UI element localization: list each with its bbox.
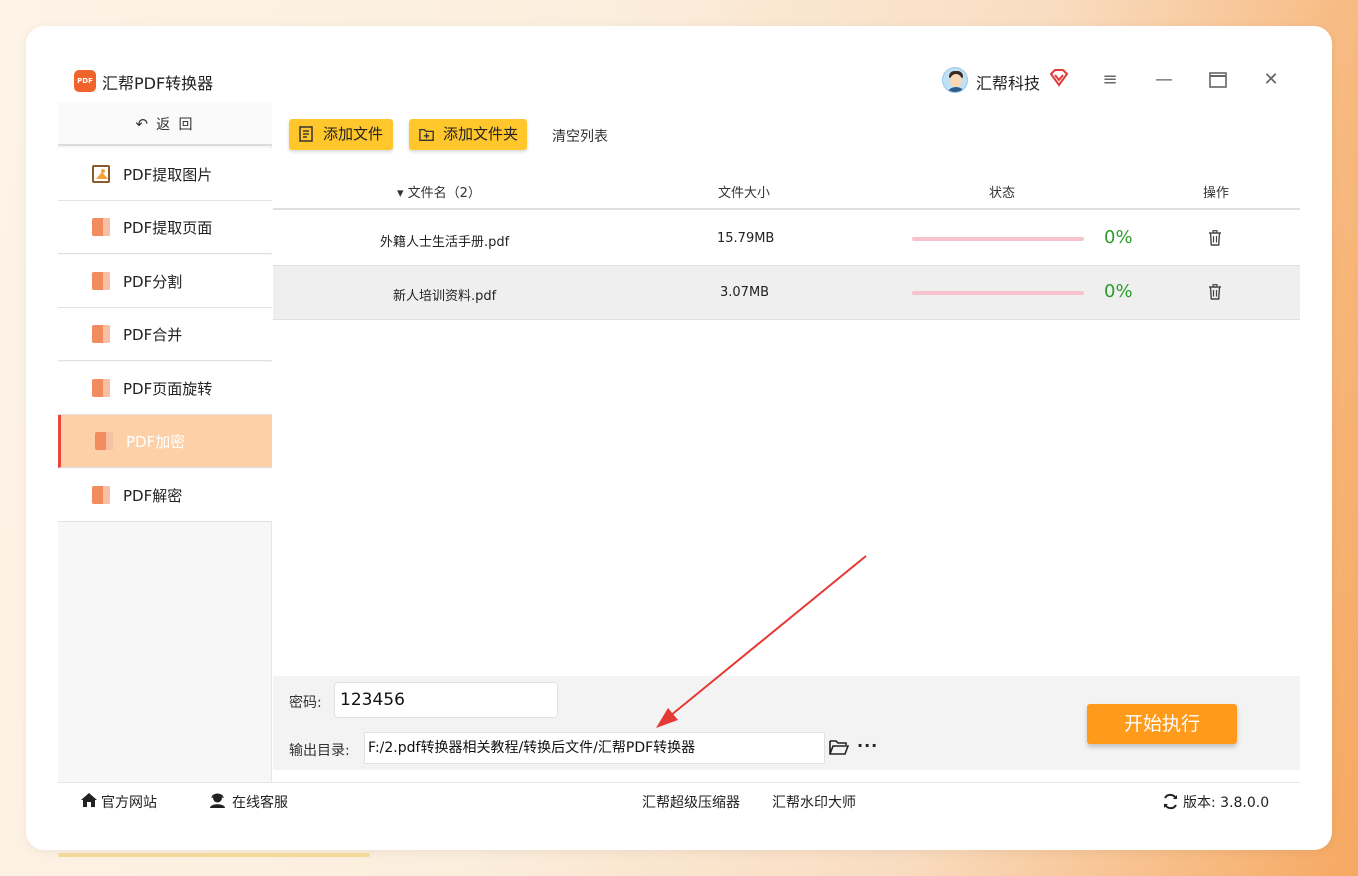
password-input[interactable]: 123456 — [334, 682, 558, 718]
status-bar: 官方网站 在线客服 汇帮超级压缩器 汇帮水印大师 版本: 3.8.0.0 — [58, 782, 1300, 818]
pdf-icon — [92, 379, 110, 397]
file-size: 15.79MB — [717, 231, 775, 246]
output-dir-input[interactable]: F:/2.pdf转换器相关教程/转换后文件/汇帮PDF转换器 — [364, 732, 825, 764]
more-options-icon[interactable]: ··· — [857, 736, 878, 755]
official-website-link[interactable]: 官方网站 — [101, 792, 157, 812]
compressor-link[interactable]: 汇帮超级压缩器 — [642, 792, 740, 812]
online-support-link[interactable]: 在线客服 — [232, 792, 288, 812]
sidebar-item-rotate[interactable]: PDF页面旋转 — [58, 362, 272, 415]
add-file-icon — [299, 126, 313, 142]
decorative-underline — [58, 853, 370, 857]
back-arrow-icon: ↶ — [135, 115, 151, 133]
clear-list-button[interactable]: 清空列表 — [552, 126, 608, 146]
settings-panel: 密码: 123456 输出目录: F:/2.pdf转换器相关教程/转换后文件/汇… — [273, 676, 1300, 770]
sidebar-item-label: PDF提取页面 — [123, 219, 213, 237]
version-label: 版本: 3.8.0.0 — [1183, 795, 1270, 811]
delete-icon[interactable] — [1208, 284, 1222, 300]
progress-bar — [912, 291, 1084, 295]
vip-diamond-icon[interactable] — [1049, 68, 1069, 88]
add-folder-icon — [419, 128, 434, 141]
back-label: 返 回 — [156, 117, 195, 133]
password-label: 密码: — [289, 695, 322, 711]
menu-icon[interactable]: ≡ — [1098, 68, 1122, 92]
title-bar: PDF 汇帮PDF转换器 汇帮科技 ≡ — ✕ — [58, 56, 1300, 102]
sidebar-item-extract-images[interactable]: PDF提取图片 — [58, 148, 272, 201]
sidebar-item-encrypt[interactable]: PDF加密 — [58, 415, 272, 468]
sidebar-item-label: PDF加密 — [126, 433, 186, 451]
user-avatar[interactable] — [942, 67, 968, 93]
open-folder-icon[interactable] — [829, 739, 849, 755]
refresh-icon[interactable] — [1162, 793, 1179, 810]
column-header-size: 文件大小 — [718, 186, 771, 201]
pdf-icon — [92, 325, 110, 343]
close-icon[interactable]: ✕ — [1259, 68, 1283, 92]
sidebar: ↶ 返 回 PDF提取图片 PDF提取页面 PDF分割 PDF合并 PDF页面旋转… — [58, 102, 272, 782]
pdf-icon — [95, 432, 113, 450]
sidebar-item-label: PDF分割 — [123, 273, 183, 291]
app-title: 汇帮PDF转换器 — [102, 74, 214, 93]
progress-bar — [912, 237, 1084, 241]
maximize-icon[interactable] — [1206, 68, 1230, 92]
back-button[interactable]: ↶ 返 回 — [58, 102, 272, 146]
column-header-filename[interactable]: ▾ 文件名（2） — [397, 182, 481, 201]
sidebar-item-merge[interactable]: PDF合并 — [58, 308, 272, 361]
minimize-icon[interactable]: — — [1152, 68, 1176, 92]
app-logo-icon: PDF — [74, 70, 96, 92]
add-file-button[interactable]: 添加文件 — [289, 119, 393, 150]
sidebar-item-label: PDF提取图片 — [123, 166, 213, 184]
add-folder-label: 添加文件夹 — [443, 125, 519, 143]
progress-percent: 0% — [1104, 227, 1133, 248]
sidebar-item-split[interactable]: PDF分割 — [58, 255, 272, 308]
column-header-actions: 操作 — [1203, 186, 1230, 201]
sidebar-item-label: PDF解密 — [123, 487, 183, 505]
pdf-icon — [92, 486, 110, 504]
home-icon — [81, 793, 97, 807]
file-name: 外籍人士生活手册.pdf — [380, 235, 510, 250]
user-name[interactable]: 汇帮科技 — [976, 70, 1040, 94]
sidebar-item-decrypt[interactable]: PDF解密 — [58, 469, 272, 522]
add-file-label: 添加文件 — [323, 125, 384, 143]
column-header-status: 状态 — [989, 186, 1016, 201]
pdf-icon — [92, 218, 110, 236]
file-name: 新人培训资料.pdf — [393, 289, 497, 304]
watermark-link[interactable]: 汇帮水印大师 — [772, 792, 856, 812]
main-panel: 添加文件 添加文件夹 清空列表 ▾ 文件名（2） 文件大小 状态 操作 外籍人士… — [273, 102, 1300, 782]
app-window: PDF 汇帮PDF转换器 汇帮科技 ≡ — ✕ ↶ 返 回 PDF提取图片 PDF… — [58, 56, 1300, 818]
sidebar-item-label: PDF页面旋转 — [123, 380, 213, 398]
delete-icon[interactable] — [1208, 230, 1222, 246]
table-row[interactable]: 新人培训资料.pdf 3.07MB 0% — [273, 266, 1300, 320]
image-icon — [92, 165, 110, 183]
customer-service-icon — [210, 793, 225, 808]
add-folder-button[interactable]: 添加文件夹 — [409, 119, 527, 150]
output-dir-label: 输出目录: — [289, 743, 350, 759]
pdf-icon — [92, 272, 110, 290]
file-size: 3.07MB — [720, 285, 770, 300]
table-row[interactable]: 外籍人士生活手册.pdf 15.79MB 0% — [273, 212, 1300, 266]
sidebar-item-extract-pages[interactable]: PDF提取页面 — [58, 201, 272, 254]
start-button[interactable]: 开始执行 — [1087, 704, 1237, 744]
sidebar-item-label: PDF合并 — [123, 326, 183, 344]
progress-percent: 0% — [1104, 281, 1133, 302]
table-header: ▾ 文件名（2） 文件大小 状态 操作 — [273, 174, 1300, 210]
